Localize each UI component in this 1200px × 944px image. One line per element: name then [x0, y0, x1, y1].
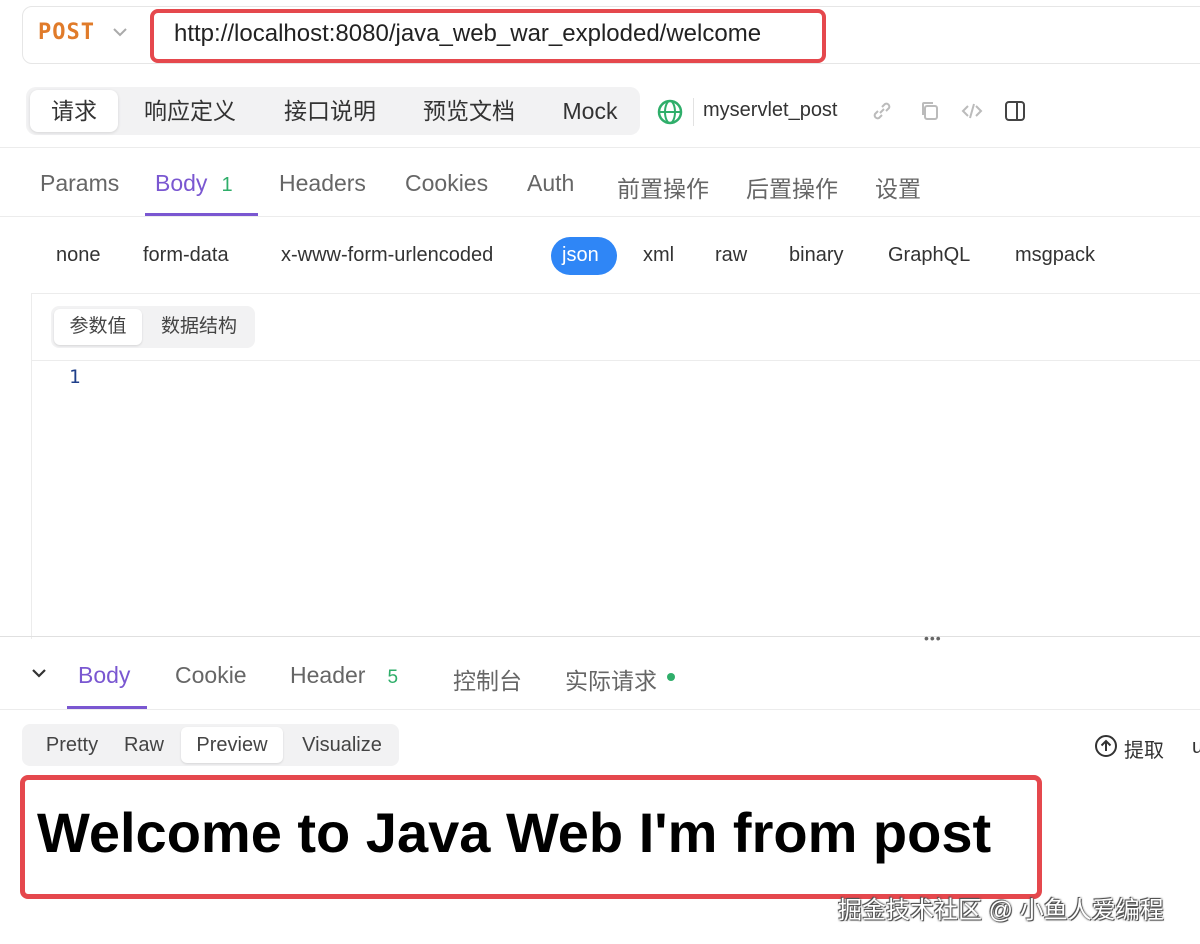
body-type-form-data[interactable]: form-data [143, 244, 229, 267]
method-select[interactable]: POST [38, 20, 95, 45]
response-tab-actual-request[interactable]: 实际请求 [565, 662, 675, 696]
view-raw[interactable]: Raw [118, 724, 170, 766]
body-type-raw[interactable]: raw [715, 244, 747, 267]
tab-settings[interactable]: 设置 [875, 170, 921, 204]
code-icon[interactable] [960, 99, 984, 123]
divider [0, 709, 1200, 710]
tab-body-label: Body [155, 170, 208, 196]
tab-params[interactable]: Params [40, 170, 119, 197]
preview-output: Welcome to Java Web I'm from post [37, 801, 992, 864]
divider [31, 360, 1200, 361]
split-divider[interactable] [0, 636, 1200, 637]
line-number: 1 [69, 366, 81, 388]
tab-mock[interactable]: Mock [548, 87, 632, 135]
link-icon[interactable] [870, 99, 894, 123]
response-tab-header[interactable]: Header 5 [290, 662, 398, 689]
view-pretty[interactable]: Pretty [28, 724, 116, 766]
chevron-down-icon[interactable] [30, 664, 48, 682]
tab-response-definition[interactable]: 响应定义 [130, 87, 250, 135]
resize-handle-icon[interactable]: ••• [924, 630, 942, 646]
tab-preview-doc[interactable]: 预览文档 [409, 87, 529, 135]
divider [0, 147, 1200, 148]
globe-icon[interactable] [657, 99, 683, 125]
tab-body-count: 1 [221, 174, 233, 196]
panel-icon[interactable] [1003, 99, 1027, 123]
body-type-json[interactable]: json [562, 244, 599, 267]
response-tab-cookie[interactable]: Cookie [175, 662, 247, 689]
url-input[interactable]: http://localhost:8080/java_web_war_explo… [174, 20, 761, 48]
chevron-down-icon[interactable] [110, 22, 130, 42]
response-tab-console[interactable]: 控制台 [453, 662, 522, 696]
mode-schema[interactable]: 数据结构 [147, 306, 251, 348]
mode-values[interactable]: 参数值 [54, 309, 142, 345]
body-type-none[interactable]: none [56, 244, 101, 267]
api-name[interactable]: myservlet_post [703, 99, 838, 122]
body-type-binary[interactable]: binary [789, 244, 843, 267]
view-visualize[interactable]: Visualize [290, 724, 394, 766]
view-preview[interactable]: Preview [181, 727, 283, 763]
toolbar-overflow-text[interactable]: u [1192, 736, 1200, 759]
copy-icon[interactable] [918, 99, 942, 123]
tab-cookies[interactable]: Cookies [405, 170, 488, 197]
extract-button[interactable]: 提取 [1124, 734, 1164, 763]
body-type-graphql[interactable]: GraphQL [888, 244, 970, 267]
tab-auth[interactable]: Auth [527, 170, 574, 197]
tab-body[interactable]: Body 1 [155, 170, 233, 197]
response-tab-body[interactable]: Body [78, 662, 130, 689]
divider [0, 216, 1200, 217]
response-view-switch: Pretty Raw Preview Visualize [22, 724, 399, 766]
extract-icon[interactable] [1094, 734, 1118, 758]
body-type-xml[interactable]: xml [643, 244, 674, 267]
tab-api-description[interactable]: 接口说明 [270, 87, 390, 135]
divider [693, 98, 694, 126]
body-type-urlencoded[interactable]: x-www-form-urlencoded [281, 244, 493, 267]
response-tab-actual-request-label: 实际请求 [565, 668, 657, 694]
watermark: 掘金技术社区 @ 小鱼人爱编程 [838, 897, 1164, 924]
tab-headers[interactable]: Headers [279, 170, 366, 197]
header-count: 5 [387, 667, 399, 688]
top-tabs: 请求 响应定义 接口说明 预览文档 Mock [26, 87, 640, 135]
editor-mode-switch: 参数值 数据结构 [51, 306, 255, 348]
tab-request[interactable]: 请求 [30, 90, 118, 132]
response-tab-header-label: Header [290, 662, 366, 688]
tab-pre-operations[interactable]: 前置操作 [617, 170, 709, 204]
tab-post-operations[interactable]: 后置操作 [746, 170, 838, 204]
body-type-msgpack[interactable]: msgpack [1015, 244, 1095, 267]
status-dot-icon [667, 672, 675, 681]
